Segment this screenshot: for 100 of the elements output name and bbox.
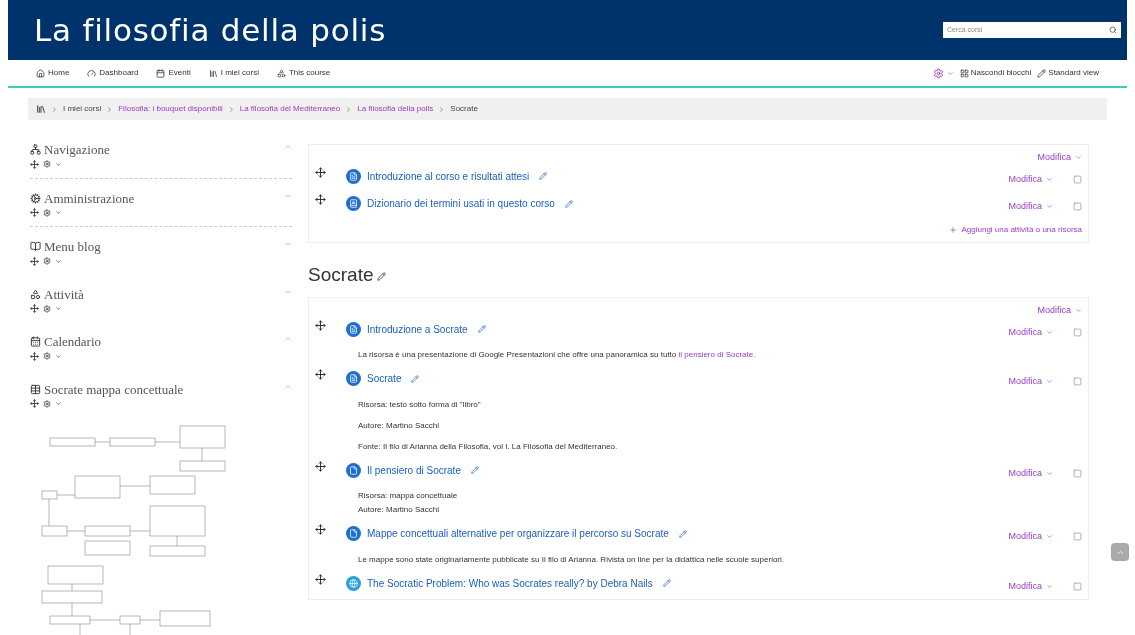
move-icon[interactable] xyxy=(315,460,326,472)
nav-link[interactable]: Standard view xyxy=(1037,67,1099,79)
settings-menu-button[interactable] xyxy=(932,67,954,79)
activity-description: Fonte: Il filo di Arianna della Filosofia, vol I. La Filosofia del Mediterraneo. xyxy=(358,440,619,453)
edit-menu-button[interactable]: Modifica xyxy=(1008,530,1053,544)
gear-icon xyxy=(30,192,41,204)
calendar-icon xyxy=(156,68,166,78)
pencil-icon[interactable] xyxy=(470,466,479,474)
move-icon[interactable] xyxy=(30,208,39,217)
nav-link[interactable]: This course xyxy=(276,67,331,79)
checkbox-icon[interactable] xyxy=(1073,468,1082,478)
move-icon[interactable] xyxy=(315,319,326,331)
pencil-icon[interactable] xyxy=(539,172,548,180)
collapse-icon[interactable] xyxy=(284,335,292,343)
move-icon[interactable] xyxy=(315,573,326,585)
nav-link[interactable]: Home xyxy=(36,67,70,79)
sitemap-icon xyxy=(30,144,41,156)
checkbox-icon[interactable] xyxy=(1073,532,1082,541)
home-icon xyxy=(36,68,45,78)
pencil-icon[interactable] xyxy=(377,272,387,282)
move-icon[interactable] xyxy=(30,351,39,361)
caret-icon[interactable] xyxy=(55,400,62,407)
caret-icon xyxy=(1046,533,1053,541)
move-icon[interactable] xyxy=(315,524,326,535)
scroll-top-button[interactable] xyxy=(1111,543,1129,561)
edit-menu-button[interactable]: Modifica xyxy=(1008,375,1053,389)
activity-link[interactable]: Socrate xyxy=(367,371,402,386)
breadcrumb-link[interactable]: La filosofia della polis xyxy=(357,103,434,115)
activity-link[interactable]: Introduzione a Socrate xyxy=(367,321,468,337)
settings-icon xyxy=(932,67,944,79)
block-title: Amministrazione xyxy=(44,189,135,208)
gear-icon[interactable] xyxy=(43,208,51,217)
gear-icon[interactable] xyxy=(43,399,51,408)
edit-menu-button[interactable]: Modifica xyxy=(1008,579,1053,593)
gear-icon[interactable] xyxy=(43,352,51,360)
caret-icon[interactable] xyxy=(55,305,62,312)
activity-description: Autore: Martino Sacchi xyxy=(358,419,440,432)
separator-icon xyxy=(51,105,58,113)
breadcrumb-link[interactable]: Filosofia: i bouquet disponibili xyxy=(118,103,223,115)
activity-link[interactable]: Introduzione al corso e risultati attesi xyxy=(367,168,530,184)
caret-icon xyxy=(1046,582,1053,590)
checkbox-icon[interactable] xyxy=(1073,174,1082,184)
move-icon[interactable] xyxy=(30,399,39,408)
checkbox-icon[interactable] xyxy=(1073,202,1082,211)
breadcrumb-link[interactable]: I miei corsi xyxy=(63,103,102,115)
block-title: Calendario xyxy=(44,333,102,351)
nav-link[interactable]: I miei corsi xyxy=(208,67,259,79)
description-link[interactable]: il pensiero di Socrate. xyxy=(678,350,756,359)
activity-description: Le mappe sono state originariamente pubblicate su Il filo di Arianna. Rivista on line per la didattica nelle scuole superiori. xyxy=(358,553,786,566)
collapse-icon[interactable] xyxy=(284,143,292,151)
nav-link[interactable]: Eventi xyxy=(156,67,191,79)
books-icon xyxy=(208,68,218,78)
move-icon[interactable] xyxy=(315,194,326,205)
edit-menu-button[interactable]: Modifica xyxy=(1008,200,1053,214)
dictionary-icon xyxy=(346,196,361,211)
plus-icon xyxy=(949,225,958,234)
nav-link[interactable]: Nascondi blocchi xyxy=(959,67,1032,79)
activity-link[interactable]: Mappe concettuali alternative per organizzare il percorso su Socrate xyxy=(367,526,669,541)
pencil-icon[interactable] xyxy=(678,529,687,538)
section-title: Socrate xyxy=(308,262,374,287)
pencil-icon[interactable] xyxy=(564,199,573,208)
caret-icon[interactable] xyxy=(55,160,62,168)
edit-menu-button[interactable]: Modifica xyxy=(1008,466,1053,480)
checkbox-icon[interactable] xyxy=(1073,327,1082,337)
edit-menu-button[interactable]: Modifica xyxy=(1008,172,1053,186)
move-icon[interactable] xyxy=(315,369,326,380)
pencil-icon[interactable] xyxy=(411,374,420,383)
activity-link[interactable]: Il pensiero di Socrate xyxy=(367,462,461,478)
checkbox-icon[interactable] xyxy=(1073,377,1082,386)
move-icon[interactable] xyxy=(30,256,39,266)
caret-icon[interactable] xyxy=(55,209,62,216)
activity-link[interactable]: Dizionario dei termini usati in questo corso xyxy=(367,196,555,211)
separator-icon xyxy=(438,105,446,113)
activity-description: La risorsa è una presentazione di Google Presentazioni che offre una panoramica su tutto il pensiero di Socrate. xyxy=(358,349,757,361)
caret-icon[interactable] xyxy=(55,352,62,360)
edit-menu-button[interactable]: Modifica xyxy=(1037,304,1082,318)
gear-icon[interactable] xyxy=(43,304,51,313)
add-activity-link[interactable]: Aggiungi una attività o una risorsa xyxy=(949,223,1082,236)
activity-link[interactable]: The Socratic Problem: Who was Socrates really? by Debra Nails xyxy=(367,575,653,591)
checkbox-icon[interactable] xyxy=(1073,581,1082,591)
activity-description: Autore: Martino Sacchi xyxy=(358,504,440,516)
move-icon[interactable] xyxy=(30,159,39,169)
search-icon[interactable] xyxy=(1109,26,1117,34)
breadcrumb-link[interactable]: La filosofia del Mediterraneo xyxy=(239,103,341,115)
collapse-icon[interactable] xyxy=(284,240,292,248)
pencil-icon[interactable] xyxy=(662,579,671,587)
caret-icon xyxy=(1046,175,1053,183)
gear-icon[interactable] xyxy=(43,160,51,168)
edit-menu-button[interactable]: Modifica xyxy=(1037,151,1082,165)
shapes-icon xyxy=(30,288,41,300)
nav-link[interactable]: Dashboard xyxy=(87,67,139,79)
move-icon[interactable] xyxy=(30,304,39,313)
caret-icon[interactable] xyxy=(55,257,62,265)
gear-icon[interactable] xyxy=(43,257,51,265)
pencil-icon[interactable] xyxy=(477,325,486,333)
breadcrumb-link[interactable]: Socrate xyxy=(450,103,478,115)
page-icon xyxy=(346,371,361,386)
move-icon[interactable] xyxy=(315,166,326,178)
edit-menu-button[interactable]: Modifica xyxy=(1008,325,1053,339)
separator-icon xyxy=(345,105,353,113)
